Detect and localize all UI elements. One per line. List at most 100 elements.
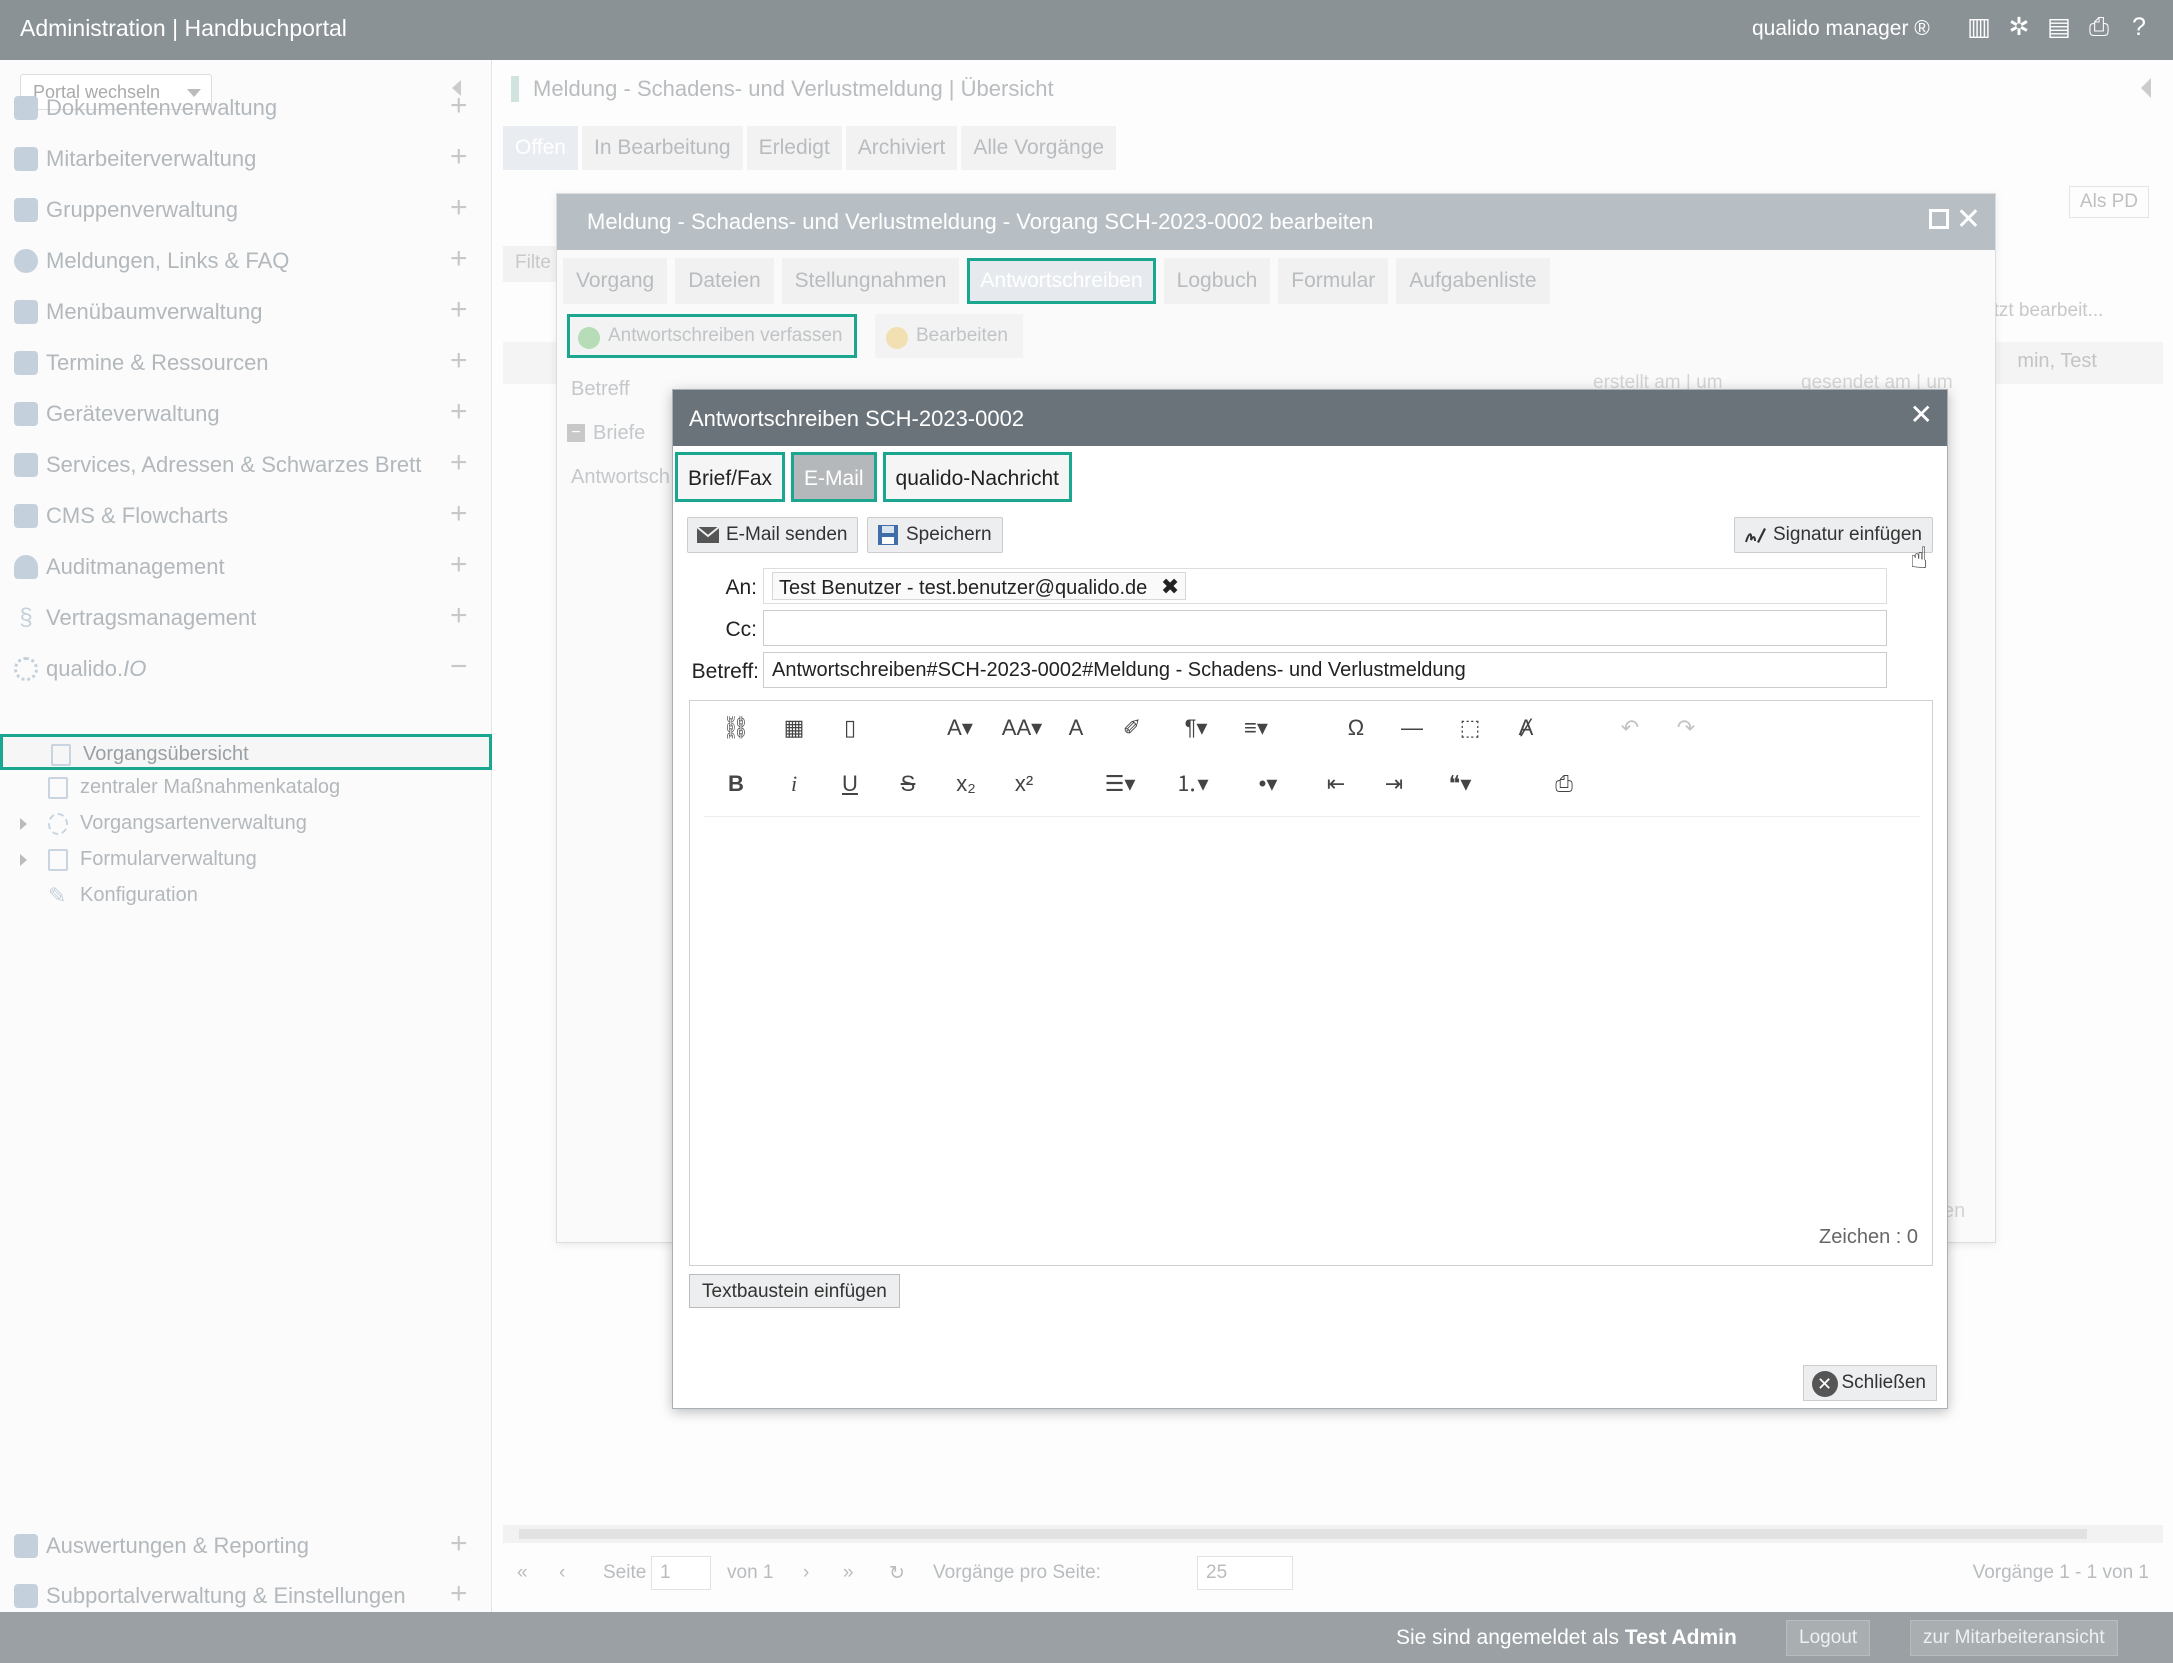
close-icon[interactable]: ✕ [1910,398,1933,431]
clear-format-icon[interactable]: Ⱥ [1506,713,1546,743]
export-pdf-button[interactable]: Als PD [2068,186,2149,218]
collapse-minus-icon[interactable]: − [450,652,468,682]
print-icon[interactable]: ⎙ [2086,14,2112,40]
tab-vorgang[interactable]: Vorgang [563,258,668,304]
sidebar-subitem-konfiguration[interactable]: ✎ Konfiguration [0,878,492,914]
tab-email[interactable]: E-Mail [791,452,877,502]
line-height-icon[interactable]: ≡▾ [1230,713,1282,743]
quote-icon[interactable]: ❝▾ [1434,769,1486,799]
expand-plus-icon[interactable]: + [450,550,468,580]
refresh-icon[interactable]: ↻ [889,1562,905,1585]
tab-alle-vorgaenge[interactable]: Alle Vorgänge [961,126,1117,170]
strikethrough-icon[interactable]: S [888,769,928,799]
font-size-icon[interactable]: AA▾ [994,713,1050,743]
sidebar-subitem-formularverwaltung[interactable]: Formularverwaltung [0,842,492,878]
paragraph-format-icon[interactable]: ¶▾ [1170,713,1222,743]
horizontal-line-icon[interactable]: — [1392,713,1432,743]
superscript-icon[interactable]: x² [1004,769,1044,799]
ordered-list-icon[interactable]: ⒈▾ [1164,769,1220,799]
dialog-header[interactable]: Antwortschreiben SCH-2023-0002 ✕ [673,390,1947,446]
page-icon[interactable]: ▯ [830,713,870,743]
expand-plus-icon[interactable]: + [450,499,468,529]
collapse-panel-icon[interactable] [2141,78,2151,98]
tab-brief-fax[interactable]: Brief/Fax [675,452,786,502]
help-icon[interactable]: ? [2126,14,2152,40]
expand-triangle-icon[interactable] [20,818,27,830]
edit-button[interactable]: Bearbeiten [875,314,1023,358]
expand-plus-icon[interactable]: + [450,601,468,631]
logout-button[interactable]: Logout [1786,1620,1871,1656]
sidebar-item-services[interactable]: Services, Adressen & Schwarzes Brett + [0,445,492,485]
network-icon[interactable]: ✲ [2006,14,2032,40]
dialog-header[interactable]: Meldung - Schadens- und Verlustmeldung -… [557,194,1995,250]
next-page-icon[interactable]: › [803,1562,809,1584]
sidebar-item-vertragsmanagement[interactable]: § Vertragsmanagement + [0,598,492,638]
insert-textblock-button[interactable]: Textbaustein einfügen [689,1274,900,1308]
first-page-icon[interactable]: « [517,1562,528,1584]
sidebar-subitem-vorgangsuebersicht[interactable]: Vorgangsübersicht [0,734,492,770]
tab-stellungnahmen[interactable]: Stellungnahmen [781,258,960,304]
expand-triangle-icon[interactable] [20,854,27,866]
special-character-icon[interactable]: Ω [1336,713,1376,743]
save-button[interactable]: Speichern [867,517,1003,553]
scanner-icon[interactable]: ▤ [2046,14,2072,40]
bold-icon[interactable]: B [716,769,756,799]
link-icon[interactable]: ⛓ [716,713,756,743]
expand-plus-icon[interactable]: + [450,244,468,274]
scrollbar-thumb[interactable] [519,1529,2087,1539]
compose-reply-button[interactable]: Antwortschreiben verfassen [567,314,858,358]
expand-plus-icon[interactable]: + [450,295,468,325]
tab-in-bearbeitung[interactable]: In Bearbeitung [581,126,743,170]
insert-signature-button[interactable]: Signatur einfügen [1734,517,1933,553]
indent-icon[interactable]: ⇥ [1374,769,1414,799]
tab-archiviert[interactable]: Archiviert [845,126,958,170]
sidebar-item-cms[interactable]: CMS & Flowcharts + [0,496,492,536]
recipient-chip[interactable]: Test Benutzer - test.benutzer@qualido.de… [772,572,1187,600]
sidebar-item-meldungen[interactable]: Meldungen, Links & FAQ + [0,241,492,281]
tab-dateien[interactable]: Dateien [675,258,774,304]
expand-plus-icon[interactable]: + [450,1529,468,1559]
editor-content[interactable] [704,825,1920,1205]
sidebar-item-dokumentenverwaltung[interactable]: Dokumentenverwaltung + [0,88,492,128]
briefe-group[interactable]: − Briefe [567,422,645,445]
subject-field[interactable]: Antwortschreiben#SCH-2023-0002#Meldung -… [763,652,1887,688]
expand-plus-icon[interactable]: + [450,397,468,427]
tab-antwortschreiben[interactable]: Antwortschreiben [967,258,1156,304]
select-all-icon[interactable]: ⬚ [1450,713,1490,743]
column-header-last-edited[interactable]: etzt bearbeit... [1983,300,2103,342]
page-input[interactable]: 1 [651,1556,711,1590]
font-family-icon[interactable]: A▾ [934,713,986,743]
subscript-icon[interactable]: x₂ [946,769,986,799]
expand-plus-icon[interactable]: + [450,1579,468,1609]
sidebar-item-auditmanagement[interactable]: Auditmanagement + [0,547,492,587]
expand-plus-icon[interactable]: + [450,142,468,172]
expand-plus-icon[interactable]: + [450,193,468,223]
sidebar-item-gruppenverwaltung[interactable]: Gruppenverwaltung + [0,190,492,230]
close-button[interactable]: ✕ Schließen [1802,1365,1937,1401]
redo-icon[interactable]: ↷ [1666,713,1706,743]
sidebar-subitem-massnahmenkatalog[interactable]: zentraler Maßnahmenkatalog [0,770,492,806]
employee-view-button[interactable]: zur Mitarbeiteransicht [1910,1620,2118,1656]
text-color-icon[interactable]: A [1056,713,1096,743]
underline-icon[interactable]: U [830,769,870,799]
sidebar-item-termine[interactable]: Termine & Ressourcen + [0,343,492,383]
per-page-select[interactable]: 25 [1197,1556,1293,1590]
to-field[interactable]: Test Benutzer - test.benutzer@qualido.de… [763,568,1887,604]
expand-plus-icon[interactable]: + [450,346,468,376]
barcode-icon[interactable]: ▥ [1966,14,1992,40]
last-page-icon[interactable]: » [843,1562,854,1584]
sidebar-item-auswertungen[interactable]: Auswertungen & Reporting + [0,1526,492,1566]
horizontal-scrollbar[interactable] [503,1525,2163,1543]
maximize-icon[interactable] [1929,209,1949,229]
tab-formular[interactable]: Formular [1278,258,1389,304]
send-email-button[interactable]: E-Mail senden [687,517,859,553]
sidebar-item-geraeteverwaltung[interactable]: Geräteverwaltung + [0,394,492,434]
collapse-group-icon[interactable]: − [567,424,585,442]
sidebar-item-mitarbeiterverwaltung[interactable]: Mitarbeiterverwaltung + [0,139,492,179]
prev-page-icon[interactable]: ‹ [559,1562,565,1584]
tab-aufgabenliste[interactable]: Aufgabenliste [1396,258,1550,304]
sidebar-item-qualido-io[interactable]: qualido.IO − [0,649,492,689]
sidebar-item-menuebaumverwaltung[interactable]: Menübaumverwaltung + [0,292,492,332]
highlight-icon[interactable]: ✐ [1112,713,1152,743]
tab-offen[interactable]: Offen [503,126,578,170]
